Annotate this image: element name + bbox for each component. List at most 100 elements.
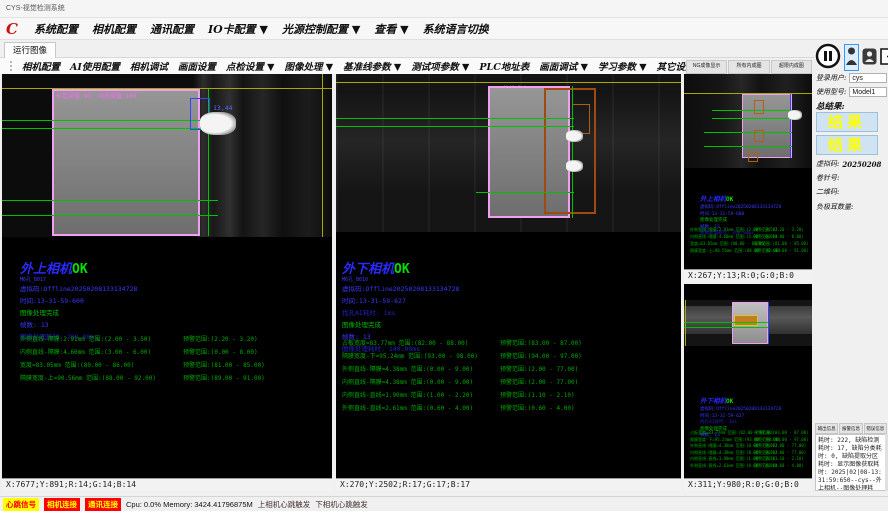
process-done: 图像处理完成: [20, 307, 137, 319]
tool-bar: 相机配置 AI使用配置相机调试画面设置点检设置 ▼ 图像处理 ▼ 基准线参数 ▼ 测试项…: [0, 58, 682, 74]
measurement-list-mini-2: 占板宽度=83.77mm 范围:(82.00 - 88.00) 预警范围:(83…: [690, 430, 809, 469]
tab-count-label: 负极耳数量:: [816, 202, 853, 212]
user-button[interactable]: [844, 44, 859, 71]
warning-range: 预警范围:(0.00 - 8.00): [183, 347, 258, 356]
measurement-row: 外侧直线-隔膜=4.38mm 范围:(0.00 - 9.00) 预警范围:(2.…: [690, 443, 809, 450]
measure-line: [2, 215, 218, 216]
display-mode-tab[interactable]: 所有内成图: [728, 60, 769, 74]
measurement-value: 外侧直线-隔膜=4.38mm 范围:(0.00 - 9.00): [342, 364, 500, 373]
virtual-code: 虚拟码:Offline20250208133134728: [342, 283, 459, 295]
menu-item[interactable]: 查看 ▼: [374, 21, 408, 37]
measurement-value: 内侧直线-直线=1.90mm 范围:(1.00 - 2.20): [342, 390, 500, 399]
login-user-value[interactable]: cys: [849, 73, 887, 83]
window-title: CYS-视觉检测系统: [6, 5, 65, 12]
exit-button[interactable]: [880, 48, 888, 68]
window-margin: [0, 511, 888, 522]
measurement-row: 外侧直线-直线=2.61mm 范围:(0.60 - 4.00) 预警范围:(0.…: [342, 401, 582, 414]
measure-line-vertical: [572, 86, 573, 218]
toolbar-item[interactable]: 图像处理 ▼: [285, 59, 334, 73]
pixel-coords-upper: X:7677;Y:891;R:14;G:14;B:14: [2, 478, 332, 491]
measurement-value: 宽度=83.05mm 范围:(80.00 - 86.00): [690, 241, 754, 247]
preview-view-2[interactable]: [684, 300, 812, 346]
measure-line: [2, 200, 218, 201]
tab-run-image[interactable]: 运行图像: [4, 42, 56, 58]
login-user-label: 登录用户:: [816, 73, 846, 83]
warning-range: 预警范围:(94.00 - 97.00): [500, 351, 582, 360]
pause-button[interactable]: [815, 43, 841, 72]
log-tabs: 输出信息报警信息错误信息: [815, 423, 887, 434]
model-value[interactable]: Model1: [849, 87, 887, 97]
menu-item[interactable]: 通讯配置: [150, 21, 194, 37]
measurement-row: 外侧直线-隔膜=4.38mm 范围:(0.00 - 9.00) 预警范围:(2.…: [342, 362, 582, 375]
toolbar-item[interactable]: 基准线参数 ▼: [343, 59, 401, 73]
measurement-value: 占板宽度=83.77mm 范围:(82.00 - 88.00): [342, 338, 500, 347]
measurement-value: 内侧直线-直线=1.90mm 范围:(1.00 - 2.20): [690, 456, 754, 462]
measurement-row: 内侧直线-隔膜:4.60mm 范围:(3.00 - 6.00) 预警范围:(0.…: [690, 233, 809, 240]
model-row: 使用型号: Model1: [816, 87, 887, 97]
preview-panel-1: 外上相机OK 虚拟码:Offline20250208133134728 时间:1…: [684, 74, 812, 282]
measurement-row: 隔膜宽度-上=90.56mm 范围:(88.00 - 92.00) 预警范围:(…: [20, 371, 265, 384]
measure-line: [2, 128, 214, 129]
log-output[interactable]: 耗时: 222, 缺陷检测耗时: 17, 缺陷分类耗时: 0, 缺陷提取分区耗时…: [815, 434, 887, 491]
toolbar-item[interactable]: 相机调试: [130, 59, 168, 73]
measurement-row: 外侧直线-隔膜:2.91mm 范围:(2.00 - 3.50) 预警范围:(2.…: [20, 332, 265, 345]
toolbar-item[interactable]: 学习参数 ▼: [598, 59, 647, 73]
status-ok: OK: [72, 262, 88, 277]
measurement-value: 外侧直线-隔膜=4.38mm 范围:(0.00 - 9.00): [690, 443, 754, 449]
toolbar-item[interactable]: 画面调试 ▼: [539, 59, 588, 73]
toolbar-item[interactable]: 画面设置: [178, 59, 216, 73]
capture-time: 时间:13-31-59-600: [20, 295, 137, 307]
toolbar-item[interactable]: PLC地址表: [479, 59, 529, 73]
toolbar-grip-icon: [10, 61, 12, 71]
preview-panel-2: 外下相机OK 虚拟码:Offline20250208133134728 时间:1…: [684, 284, 812, 491]
threshold-overlay-text: 标定阈值:93, 动态阈值:100: [56, 91, 137, 100]
status-ok: OK: [726, 398, 733, 405]
warning-range: 预警范围:(0.60 - 4.00): [500, 403, 575, 412]
frame-count: 帧数: 13: [20, 319, 137, 331]
measurement-row: 外侧直线-隔膜:2.91mm 范围:(2.00 - 3.50) 预警范围:(2.…: [690, 226, 809, 233]
warning-range: 预警范围:(0.60 - 4.00): [754, 463, 804, 469]
menu-item[interactable]: IO卡配置 ▼: [208, 21, 268, 37]
menu-item[interactable]: 系统语言切换: [423, 21, 489, 37]
measurement-row: 宽度=83.05mm 范围:(80.00 - 86.00) 预警范围:(81.0…: [20, 358, 265, 371]
display-mode-tab[interactable]: NG成像显示: [686, 60, 727, 74]
menu-item[interactable]: 相机配置: [92, 21, 136, 37]
measure-line: [712, 118, 792, 119]
measurement-value: 宽度=83.05mm 范围:(80.00 - 86.00): [20, 360, 183, 369]
measurement-value: 隔膜宽度-下=95.24mm 范围:(93.00 - 98.00): [342, 351, 500, 360]
measurement-row: 占板宽度=83.77mm 范围:(82.00 - 88.00) 预警范围:(83…: [690, 430, 809, 437]
preview-view-1[interactable]: [684, 74, 812, 168]
admin-user-button[interactable]: [862, 48, 877, 68]
camera-view-upper[interactable]: 标定阈值:93, 动态阈值:100 13,44: [2, 74, 332, 237]
toolbar-item[interactable]: 相机配置: [22, 59, 60, 73]
measurement-row: 内侧直线-隔膜=4.38mm 范围:(0.00 - 9.00) 预警范围:(2.…: [342, 375, 582, 388]
feature-box: [754, 100, 764, 114]
heartbeat-badge: 心跳信号: [3, 498, 39, 511]
feature-box: [754, 130, 764, 142]
log-tab[interactable]: 报警信息: [839, 423, 862, 434]
log-tab[interactable]: 错误信息: [864, 423, 887, 434]
weld-spot: [566, 160, 583, 172]
measure-line: [336, 126, 574, 127]
menu-bar: C 系统配置相机配置通讯配置IO卡配置 ▼光源控制配置 ▼查看 ▼系统语言切换: [0, 18, 888, 40]
log-tab[interactable]: 输出信息: [815, 423, 838, 434]
measure-line: [684, 327, 768, 328]
lower-trigger-text[interactable]: 下相机心跳触发: [315, 499, 368, 510]
camera-view-lower[interactable]: AI找线成功: [336, 74, 681, 232]
qr-row: 二维码:: [816, 187, 839, 197]
measurement-value: 隔膜宽度-上=90.56mm 范围:(88.00 - 92.00): [20, 373, 183, 382]
display-mode-tabs: NG成像显示所有内成图超限内成图: [686, 60, 812, 74]
roi-cell-box: [742, 94, 792, 158]
display-mode-tab[interactable]: 超限内成图: [771, 60, 812, 74]
warning-range: 预警范围:(2.00 - 77.00): [500, 364, 578, 373]
toolbar-item[interactable]: 点检设置 ▼: [226, 59, 275, 73]
camera-link-badge: 相机连接: [44, 498, 80, 511]
warning-range: 预警范围:(81.00 - 85.00): [183, 360, 265, 369]
toolbar-item[interactable]: 测试项参数 ▼: [411, 59, 469, 73]
login-user-row: 登录用户: cys: [816, 73, 887, 83]
toolbar-item[interactable]: AI使用配置: [70, 59, 120, 73]
menu-item[interactable]: 光源控制配置 ▼: [282, 21, 360, 37]
measure-line: [2, 120, 214, 121]
upper-trigger-text[interactable]: 上相机心跳触发: [258, 499, 311, 510]
menu-item[interactable]: 系统配置: [34, 21, 78, 37]
